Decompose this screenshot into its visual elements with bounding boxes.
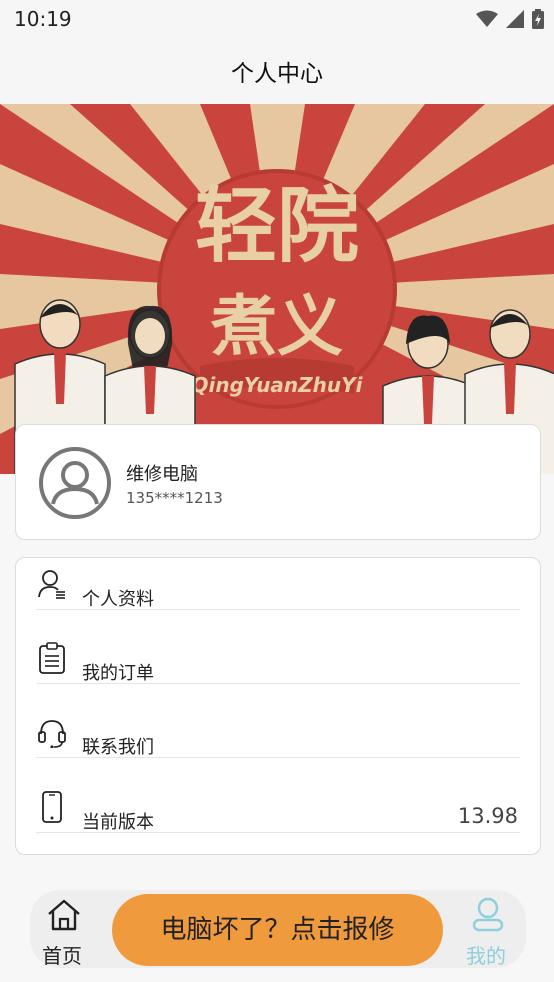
menu-card: 个人资料 我的订单 联系我们 当前版本 13.98 xyxy=(15,557,541,855)
header: 个人中心 xyxy=(0,38,554,104)
banner-image: 轻院 煮义 QingYuanZhuYi xyxy=(0,104,554,474)
report-repair-button[interactable]: 电脑坏了？点击报修 xyxy=(112,894,443,966)
banner-latin: QingYuanZhuYi xyxy=(192,373,364,397)
menu-item-profile[interactable]: 个人资料 xyxy=(36,560,520,610)
status-icons xyxy=(476,9,544,29)
banner-headline: 轻院 xyxy=(195,179,359,274)
headset-icon xyxy=(38,720,66,748)
menu-item-label: 当前版本 xyxy=(82,812,154,833)
menu-item-label: 联系我们 xyxy=(82,737,154,758)
version-value: 13.98 xyxy=(457,804,518,828)
nav-mine[interactable]: 我的 xyxy=(464,896,510,968)
home-icon xyxy=(48,899,80,931)
clipboard-icon xyxy=(39,642,65,674)
menu-item-label: 我的订单 xyxy=(82,663,154,684)
page-title: 个人中心 xyxy=(231,61,323,87)
battery-icon xyxy=(532,9,544,29)
menu-item-version[interactable]: 当前版本 13.98 xyxy=(36,783,520,833)
signal-icon xyxy=(506,10,524,28)
banner-subline: 煮义 xyxy=(210,288,343,365)
user-phone: 135****1213 xyxy=(126,489,223,507)
nav-home-label: 首页 xyxy=(42,944,82,968)
banner-artwork: 轻院 煮义 QingYuanZhuYi xyxy=(0,104,554,474)
user-name: 维修电脑 xyxy=(126,464,198,485)
wifi-icon xyxy=(476,10,498,27)
phone-icon xyxy=(42,791,62,823)
menu-item-contact[interactable]: 联系我们 xyxy=(36,708,520,758)
nav-mine-label: 我的 xyxy=(466,944,506,968)
user-avatar-icon xyxy=(39,447,111,519)
status-time: 10:19 xyxy=(14,7,72,31)
user-icon xyxy=(472,897,504,932)
status-bar: 10:19 xyxy=(0,0,554,38)
menu-item-label: 个人资料 xyxy=(82,589,154,610)
nav-home[interactable]: 首页 xyxy=(40,896,86,968)
profile-icon xyxy=(38,570,65,599)
profile-card[interactable]: 维修电脑 135****1213 xyxy=(15,424,541,540)
menu-item-orders[interactable]: 我的订单 xyxy=(36,634,520,684)
